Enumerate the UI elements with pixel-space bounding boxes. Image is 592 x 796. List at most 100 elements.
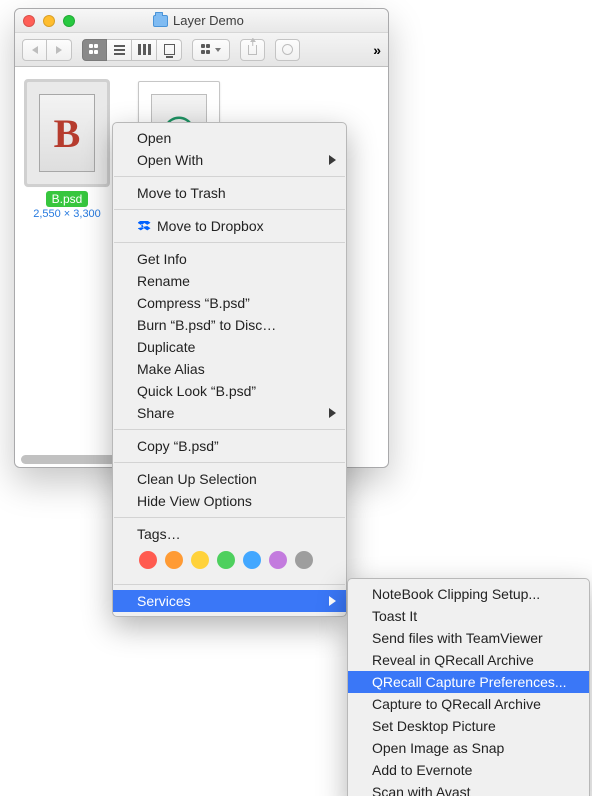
columns-icon <box>138 44 151 55</box>
submenu-item[interactable]: Add to Evernote <box>348 759 589 781</box>
menu-open[interactable]: Open <box>113 127 346 149</box>
menu-hide-view-options[interactable]: Hide View Options <box>113 490 346 512</box>
menu-label: Reveal in QRecall Archive <box>372 652 534 668</box>
menu-quick-look[interactable]: Quick Look “B.psd” <box>113 380 346 402</box>
tag-color-dot[interactable] <box>165 551 183 569</box>
list-icon <box>114 45 125 55</box>
menu-label: Open Image as Snap <box>372 740 504 756</box>
context-menu: Open Open With Move to Trash Move to Dro… <box>112 122 347 617</box>
submenu-item[interactable]: Set Desktop Picture <box>348 715 589 737</box>
chevron-right-icon <box>329 596 336 606</box>
chevron-left-icon <box>32 46 38 54</box>
view-icon-button[interactable] <box>82 39 107 61</box>
menu-move-to-dropbox[interactable]: Move to Dropbox <box>113 215 346 237</box>
menu-tags[interactable]: Tags… <box>113 523 346 545</box>
dropbox-icon <box>137 219 151 233</box>
menu-separator <box>114 584 345 585</box>
menu-open-with[interactable]: Open With <box>113 149 346 171</box>
tag-color-dot[interactable] <box>295 551 313 569</box>
submenu-item[interactable]: Scan with Avast <box>348 781 589 796</box>
window-title: Layer Demo <box>173 13 244 28</box>
menu-make-alias[interactable]: Make Alias <box>113 358 346 380</box>
tag-color-dot[interactable] <box>191 551 209 569</box>
menu-separator <box>114 242 345 243</box>
chevron-right-icon <box>329 408 336 418</box>
menu-label: Copy “B.psd” <box>137 438 219 454</box>
tag-icon <box>282 44 293 55</box>
menu-copy[interactable]: Copy “B.psd” <box>113 435 346 457</box>
toolbar: » <box>15 33 388 67</box>
menu-label: Quick Look “B.psd” <box>137 383 256 399</box>
menu-label: Services <box>137 593 191 609</box>
view-switcher <box>82 39 182 61</box>
folder-icon <box>153 15 168 27</box>
thumbnail-preview: B <box>39 94 95 172</box>
menu-separator <box>114 176 345 177</box>
menu-duplicate[interactable]: Duplicate <box>113 336 346 358</box>
chevron-down-icon <box>215 48 221 52</box>
tag-color-dot[interactable] <box>243 551 261 569</box>
file-name[interactable]: B.psd <box>46 191 89 207</box>
share-button[interactable] <box>240 39 265 61</box>
tag-color-dot[interactable] <box>269 551 287 569</box>
submenu-item[interactable]: Toast It <box>348 605 589 627</box>
grid-icon <box>201 44 212 55</box>
menu-label: NoteBook Clipping Setup... <box>372 586 540 602</box>
close-icon[interactable] <box>23 15 35 27</box>
tag-color-dot[interactable] <box>139 551 157 569</box>
share-icon <box>248 45 257 55</box>
zoom-icon[interactable] <box>63 15 75 27</box>
chevron-right-icon <box>56 46 62 54</box>
menu-label: Get Info <box>137 251 187 267</box>
minimize-icon[interactable] <box>43 15 55 27</box>
menu-label: Capture to QRecall Archive <box>372 696 541 712</box>
submenu-item[interactable]: NoteBook Clipping Setup... <box>348 583 589 605</box>
submenu-item[interactable]: Capture to QRecall Archive <box>348 693 589 715</box>
menu-rename[interactable]: Rename <box>113 270 346 292</box>
back-button[interactable] <box>22 39 47 61</box>
titlebar[interactable]: Layer Demo <box>15 9 388 33</box>
menu-label: QRecall Capture Preferences... <box>372 674 567 690</box>
gallery-icon <box>164 44 175 55</box>
arrange-button[interactable] <box>192 39 230 61</box>
menu-label: Open With <box>137 152 203 168</box>
submenu-item[interactable]: Send files with TeamViewer <box>348 627 589 649</box>
menu-separator <box>114 462 345 463</box>
menu-label: Move to Dropbox <box>157 218 264 234</box>
submenu-item[interactable]: QRecall Capture Preferences... <box>348 671 589 693</box>
menu-move-to-trash[interactable]: Move to Trash <box>113 182 346 204</box>
view-gallery-button[interactable] <box>157 39 182 61</box>
tag-color-dot[interactable] <box>217 551 235 569</box>
forward-button[interactable] <box>47 39 72 61</box>
tags-button[interactable] <box>275 39 300 61</box>
grid-icon <box>89 44 100 55</box>
submenu-item[interactable]: Open Image as Snap <box>348 737 589 759</box>
menu-compress[interactable]: Compress “B.psd” <box>113 292 346 314</box>
menu-label: Toast It <box>372 608 417 624</box>
toolbar-overflow-button[interactable]: » <box>373 42 381 58</box>
menu-share[interactable]: Share <box>113 402 346 424</box>
view-list-button[interactable] <box>107 39 132 61</box>
file-item[interactable]: B B.psd2,550 × 3,300 <box>25 81 109 220</box>
submenu-item[interactable]: Reveal in QRecall Archive <box>348 649 589 671</box>
menu-label: Make Alias <box>137 361 205 377</box>
menu-get-info[interactable]: Get Info <box>113 248 346 270</box>
menu-label: Set Desktop Picture <box>372 718 496 734</box>
menu-services[interactable]: Services <box>113 590 346 612</box>
menu-separator <box>114 429 345 430</box>
menu-label: Send files with TeamViewer <box>372 630 543 646</box>
services-submenu: NoteBook Clipping Setup... Toast It Send f… <box>347 578 590 796</box>
file-dimensions: 2,550 × 3,300 <box>33 208 101 220</box>
menu-label: Add to Evernote <box>372 762 472 778</box>
menu-label: Share <box>137 405 174 421</box>
menu-label: Open <box>137 130 171 146</box>
view-column-button[interactable] <box>132 39 157 61</box>
menu-label: Burn “B.psd” to Disc… <box>137 317 276 333</box>
menu-clean-up[interactable]: Clean Up Selection <box>113 468 346 490</box>
menu-label: Compress “B.psd” <box>137 295 250 311</box>
menu-burn[interactable]: Burn “B.psd” to Disc… <box>113 314 346 336</box>
menu-label: Rename <box>137 273 190 289</box>
nav-buttons <box>22 39 72 61</box>
menu-separator <box>114 209 345 210</box>
menu-label: Duplicate <box>137 339 195 355</box>
